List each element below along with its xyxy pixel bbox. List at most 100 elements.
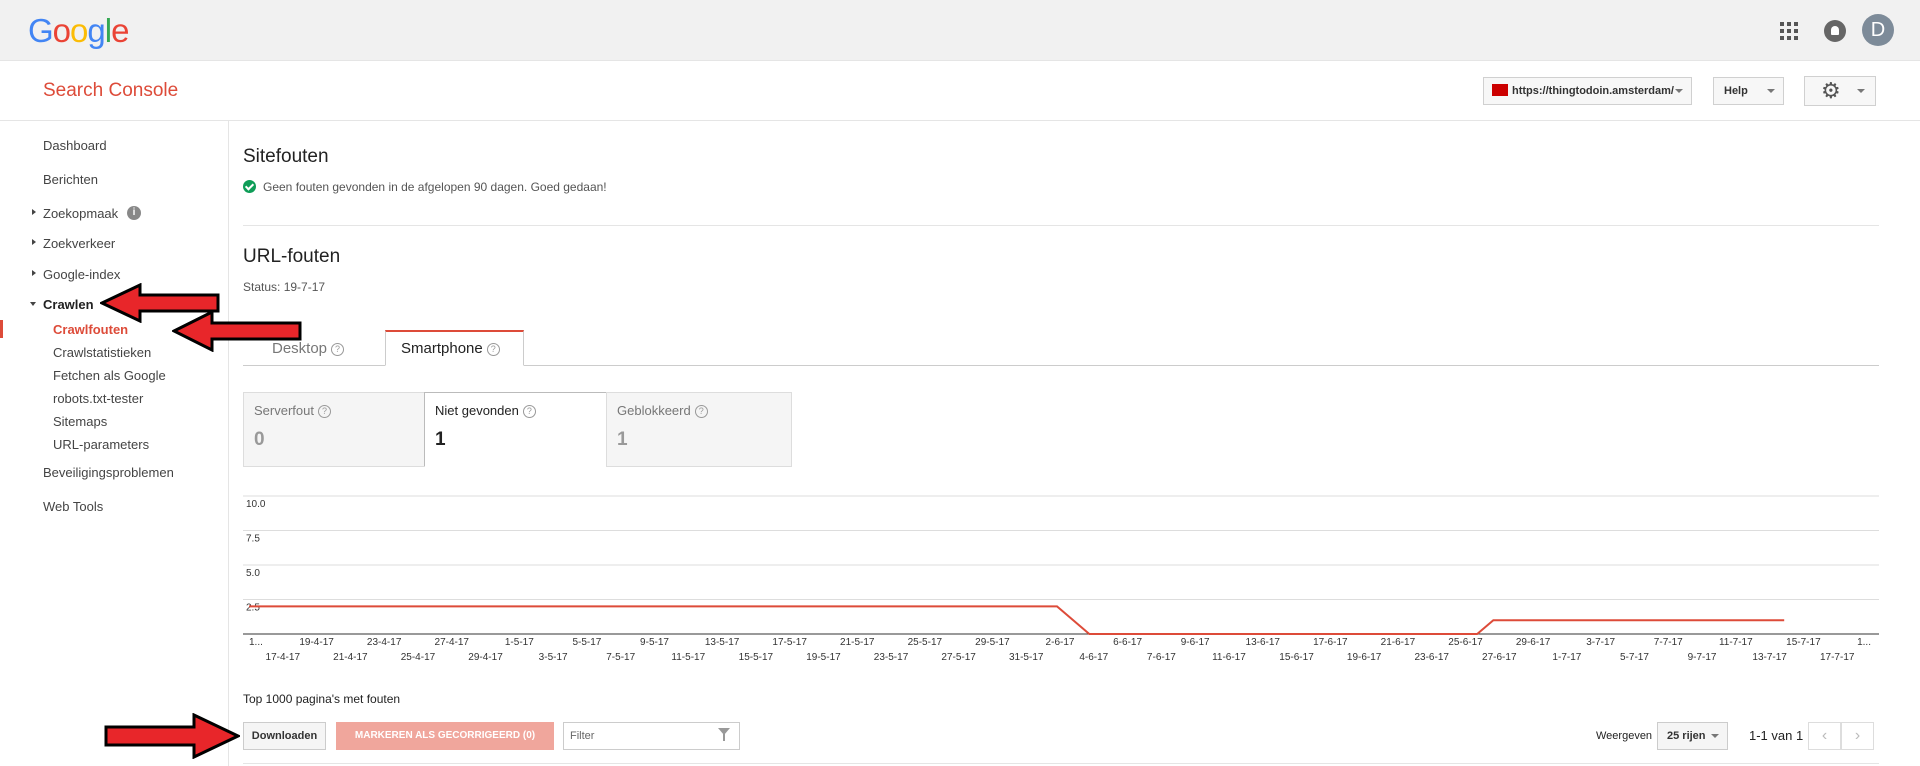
x-tick-label: 15-7-17 [1786, 637, 1821, 648]
help-question-icon[interactable]: ? [522, 405, 536, 419]
y-tick-label: 7.5 [246, 534, 260, 545]
chevron-right-icon: › [1854, 727, 1861, 744]
x-tick-label: 29-4-17 [468, 652, 503, 663]
url-errors-status: Status: 19-7-17 [243, 280, 326, 294]
x-tick-label: 11-6-17 [1212, 652, 1246, 663]
sidebar-subitem-robots-tester[interactable]: robots.txt-tester [53, 391, 143, 406]
sidebar-subitem-crawlfouten[interactable]: Crawlfouten [53, 322, 128, 337]
x-tick-label: 21-6-17 [1381, 637, 1416, 648]
y-tick-label: 2.5 [246, 603, 260, 614]
x-tick-label: 19-4-17 [299, 637, 334, 648]
tab-smartphone-text[interactable]: Smartphone? [401, 340, 500, 357]
x-tick-label: 13-7-17 [1752, 652, 1787, 663]
help-question-icon[interactable]: ? [694, 405, 708, 419]
card-serverfout-value: 0 [254, 429, 265, 450]
x-tick-label: 31-5-17 [1009, 652, 1044, 663]
sidebar-item-google-index[interactable]: Google-index [43, 267, 120, 282]
x-tick-label: 15-6-17 [1279, 652, 1314, 663]
x-tick-label: 1... [1857, 637, 1871, 648]
x-tick-label: 3-5-17 [539, 652, 568, 663]
sidebar-item-berichten[interactable]: Berichten [43, 172, 98, 187]
x-tick-label: 29-5-17 [975, 637, 1010, 648]
help-label: Help [1724, 85, 1748, 97]
x-tick-label: 9-5-17 [640, 637, 669, 648]
previous-page-button[interactable]: ‹ [1808, 722, 1841, 750]
chevron-down-icon [1857, 89, 1865, 97]
x-tick-label: 17-6-17 [1313, 637, 1348, 648]
x-tick-label: 11-7-17 [1719, 637, 1753, 648]
x-tick-label: 15-5-17 [739, 652, 774, 663]
download-button[interactable]: Downloaden [243, 722, 326, 750]
x-tick-label: 29-6-17 [1516, 637, 1551, 648]
filter-funnel-icon[interactable] [718, 728, 730, 741]
mark-as-fixed-button[interactable]: MARKEREN ALS GECORRIGEERD (0) [336, 722, 554, 750]
expand-triangle-icon[interactable] [32, 270, 39, 276]
product-name[interactable]: Search Console [43, 80, 178, 102]
x-tick-label: 25-5-17 [908, 637, 943, 648]
collapse-triangle-icon[interactable] [30, 302, 36, 309]
card-geblokkeerd-value: 1 [617, 429, 628, 450]
x-tick-label: 3-7-17 [1586, 637, 1615, 648]
sidebar-item-beveiligingsproblemen[interactable]: Beveiligingsproblemen [43, 465, 174, 480]
x-tick-label: 6-6-17 [1113, 637, 1142, 648]
x-tick-label: 2-6-17 [1046, 637, 1075, 648]
x-tick-label: 19-6-17 [1347, 652, 1382, 663]
rows-per-page-value: 25 rijen [1667, 730, 1706, 742]
help-question-icon[interactable]: ? [331, 342, 345, 356]
chevron-down-icon [1675, 89, 1683, 97]
site-errors-title: Sitefouten [243, 146, 329, 167]
sidebar-subitem-sitemaps[interactable]: Sitemaps [53, 414, 107, 429]
card-niet-gevonden-value: 1 [435, 429, 446, 450]
card-serverfout[interactable]: Serverfout? 0 [243, 392, 425, 467]
x-tick-label: 1-5-17 [505, 637, 534, 648]
card-geblokkeerd[interactable]: Geblokkeerd? 1 [606, 392, 792, 467]
x-tick-label: 13-6-17 [1246, 637, 1281, 648]
sidebar-subitem-url-parameters[interactable]: URL-parameters [53, 437, 149, 452]
x-tick-label: 23-4-17 [367, 637, 402, 648]
settings-button[interactable]: ⚙ [1804, 76, 1876, 106]
rows-per-page-label: Weergeven [1596, 730, 1653, 742]
card-niet-gevonden[interactable]: Niet gevonden? 1 [424, 392, 607, 467]
rows-per-page-select[interactable]: 25 rijen [1657, 722, 1728, 750]
x-tick-label: 23-5-17 [874, 652, 909, 663]
y-tick-label: 10.0 [246, 499, 266, 510]
sidebar-item-zoekopmaak[interactable]: Zoekopmaak [43, 206, 118, 221]
sidebar-subitem-crawlstatistieken[interactable]: Crawlstatistieken [53, 345, 151, 360]
x-tick-label: 5-5-17 [572, 637, 601, 648]
help-button[interactable]: Help [1713, 77, 1784, 105]
gear-icon: ⚙ [1821, 78, 1841, 103]
avatar[interactable]: D [1862, 14, 1894, 46]
divider [243, 225, 1879, 226]
x-tick-label: 11-5-17 [671, 652, 705, 663]
x-tick-label: 19-5-17 [806, 652, 841, 663]
x-tick-label: 27-4-17 [435, 637, 470, 648]
sidebar-item-dashboard[interactable]: Dashboard [43, 138, 107, 153]
apps-grid-icon[interactable] [1780, 22, 1798, 40]
url-errors-chart: 10.0 7.5 5.0 2.5 1... 19-4-17 23-4-17 27-4-17 1-… [243, 495, 1879, 663]
notifications-bell-icon[interactable] [1824, 20, 1846, 42]
x-tick-label: 7-6-17 [1147, 652, 1176, 663]
x-tick-label: 27-5-17 [941, 652, 976, 663]
site-errors-message: Geen fouten gevonden in de afgelopen 90 … [263, 180, 607, 194]
info-icon[interactable]: i [127, 206, 141, 220]
help-question-icon[interactable]: ? [486, 342, 500, 356]
chevron-down-icon [1711, 734, 1719, 742]
expand-triangle-icon[interactable] [32, 239, 39, 245]
sidebar-item-zoekverkeer[interactable]: Zoekverkeer [43, 236, 115, 251]
sidebar-subitem-fetchen-als-google[interactable]: Fetchen als Google [53, 368, 166, 383]
check-circle-icon [243, 180, 256, 193]
x-tick-label: 13-5-17 [705, 637, 740, 648]
filter-input[interactable] [563, 722, 740, 750]
pagination-info: 1-1 van 1 [1749, 728, 1804, 743]
sidebar-item-web-tools[interactable]: Web Tools [43, 499, 103, 514]
annotation-arrow [104, 713, 240, 759]
divider [243, 763, 1879, 764]
expand-triangle-icon[interactable] [32, 209, 39, 215]
property-selector[interactable]: https://thingtodoin.amsterdam/ [1483, 77, 1692, 105]
next-page-button[interactable]: › [1841, 722, 1874, 750]
x-tick-label: 21-4-17 [333, 652, 368, 663]
help-question-icon[interactable]: ? [317, 405, 331, 419]
google-logo[interactable]: Google [28, 12, 129, 50]
top-bar: Google D [0, 0, 1920, 61]
sidebar-item-crawlen[interactable]: Crawlen [43, 297, 94, 312]
